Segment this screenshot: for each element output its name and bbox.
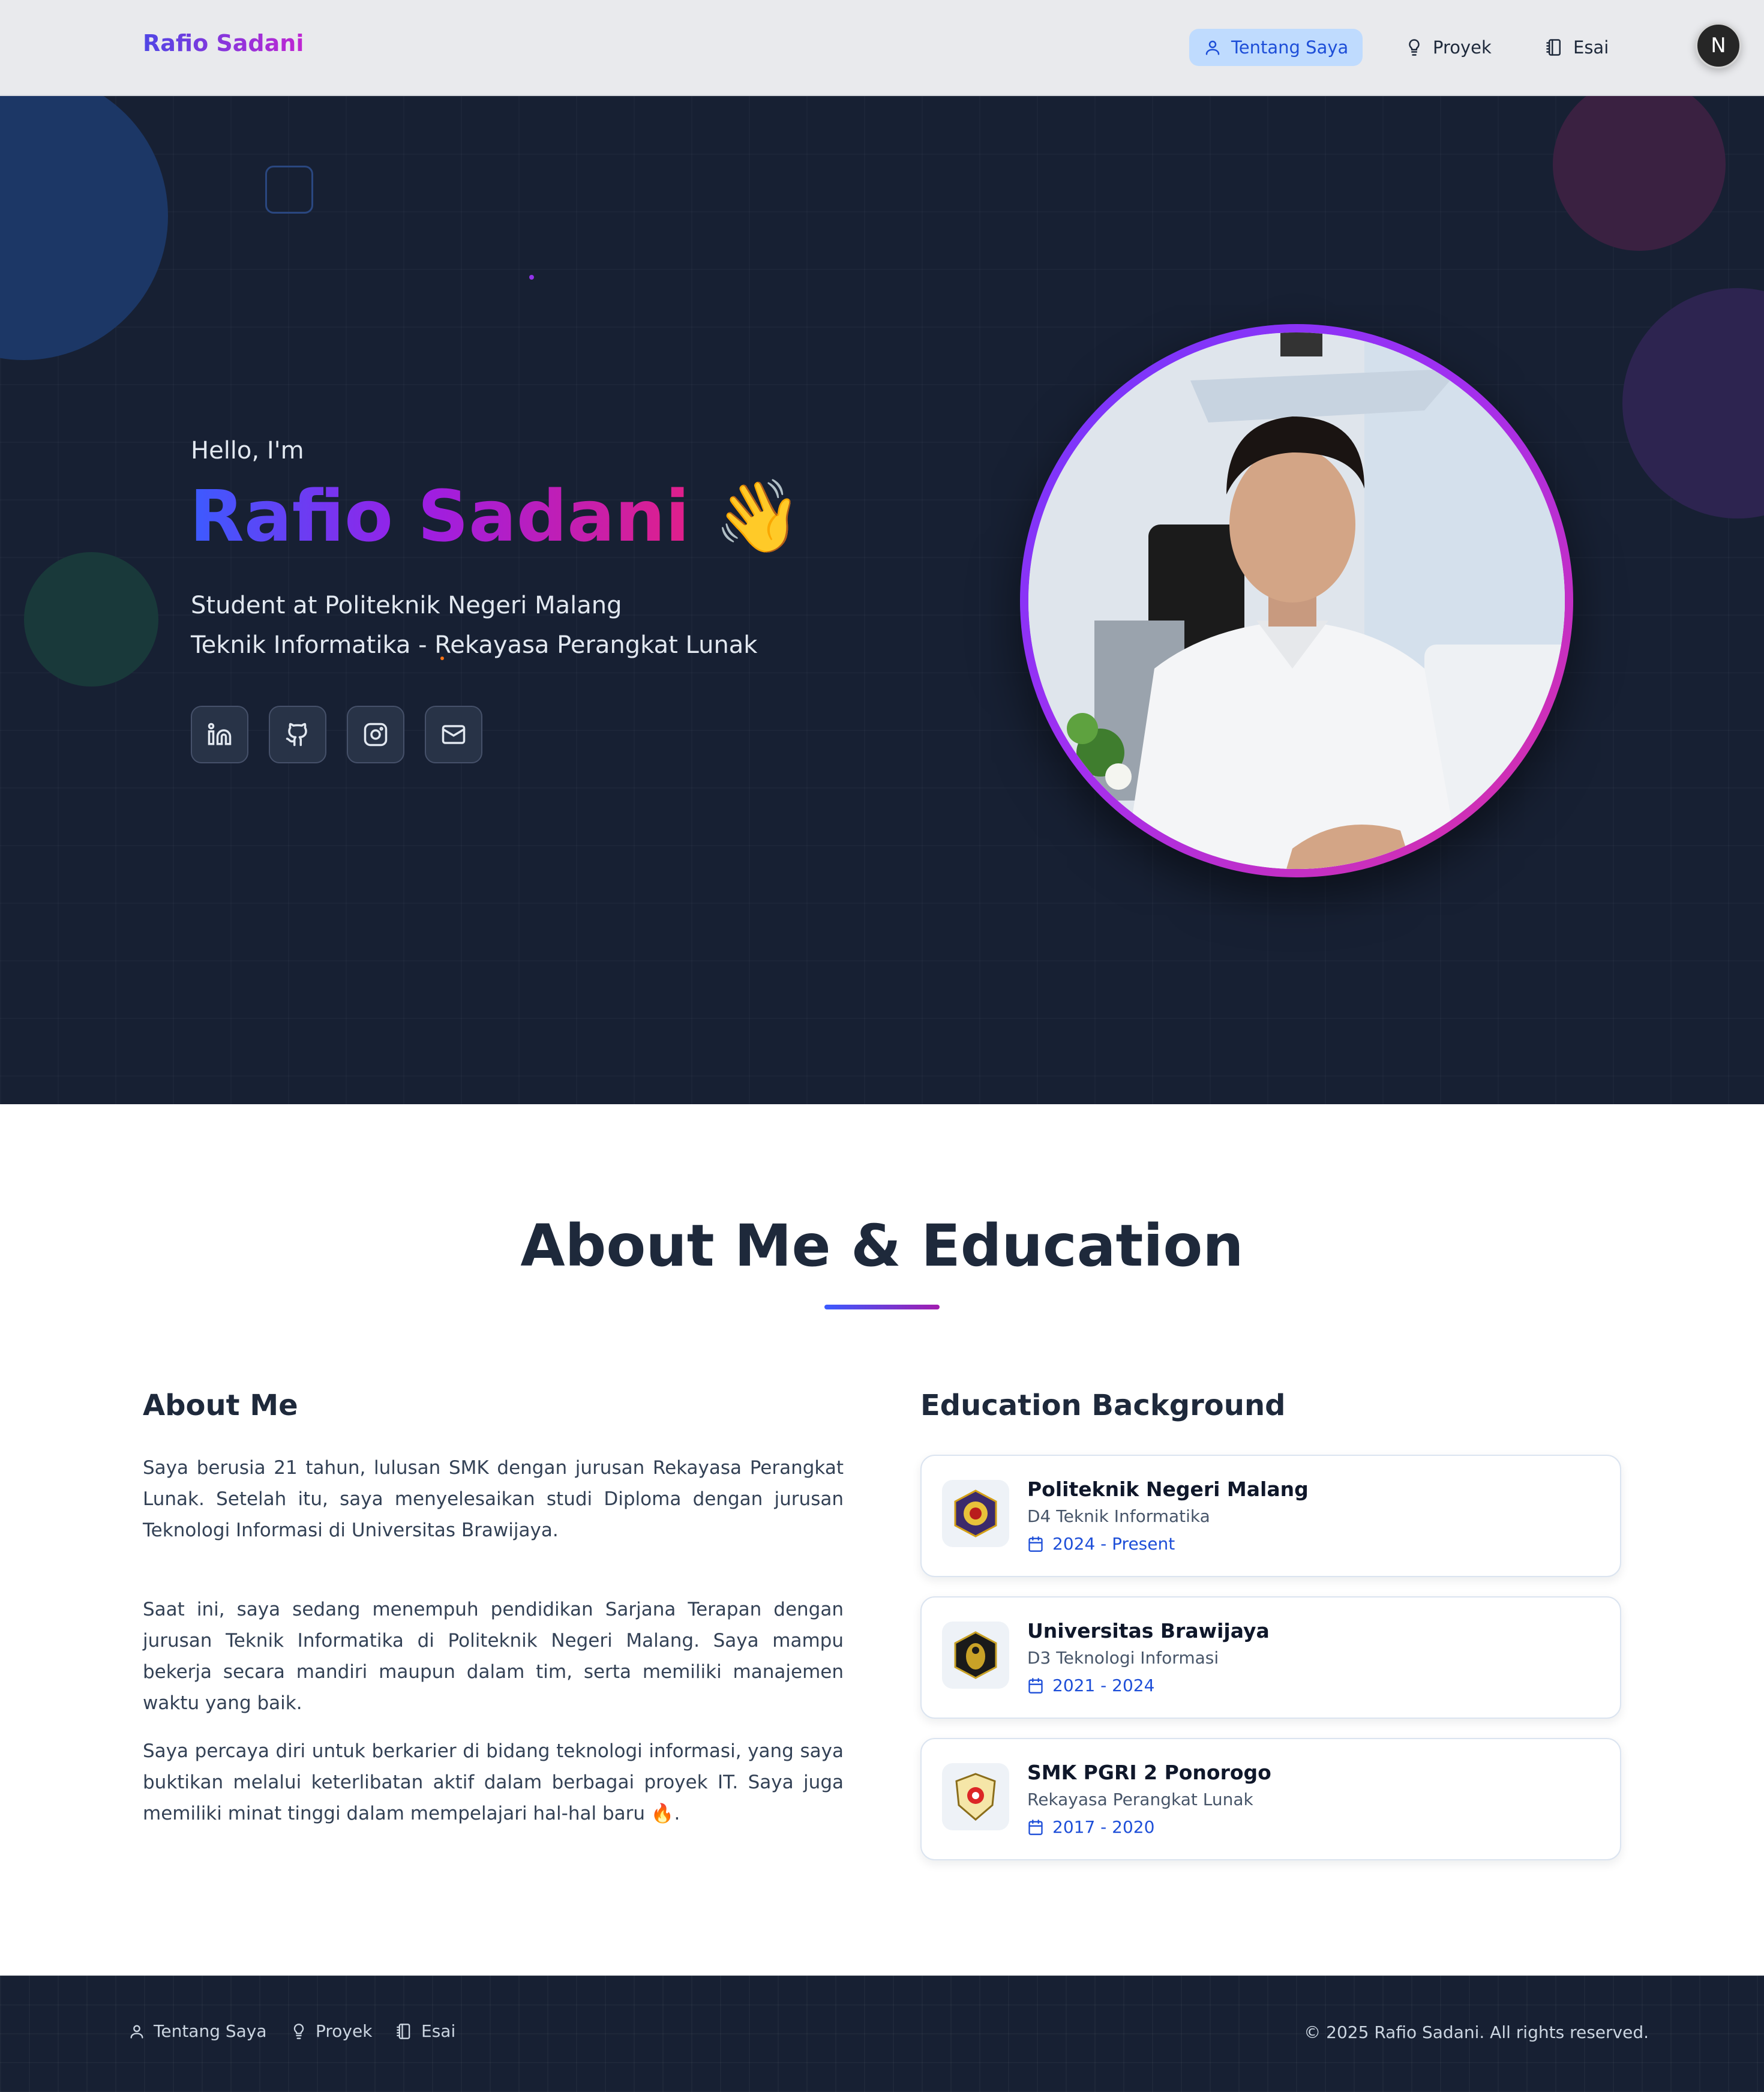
lightbulb-icon (293, 2023, 304, 2039)
footer-link-esai[interactable]: Esai (396, 2021, 455, 2041)
about-paragraph-3: Saya percaya diri untuk berkarier di bid… (143, 1740, 844, 1824)
school-major: D3 Teknologi Informasi (1027, 1648, 1219, 1668)
decor-blob (24, 552, 158, 687)
theme-toggle-button[interactable]: N (1696, 23, 1741, 68)
hero-section: Hello, I'm Rafio Sadani 👋 Student at Pol… (0, 96, 1764, 1104)
nav-label: Esai (1573, 37, 1609, 58)
school-years-text: 2024 - Present (1052, 1534, 1175, 1554)
education-card: Universitas Brawijaya D3 Teknologi Infor… (920, 1596, 1621, 1719)
hero-name: Rafio Sadani 👋 (190, 475, 803, 558)
profile-photo (1028, 332, 1565, 869)
school-logo (942, 1480, 1009, 1547)
school-years-text: 2017 - 2020 (1052, 1817, 1155, 1837)
linkedin-button[interactable] (191, 706, 248, 763)
instagram-icon (364, 723, 388, 747)
decor-square (265, 166, 313, 214)
linkedin-icon (208, 723, 232, 745)
navbar: Rafio Sadani Tentang Saya Proyek Esai N (0, 0, 1764, 96)
nav-esai[interactable]: Esai (1531, 29, 1623, 66)
education-heading: Education Background (920, 1389, 1286, 1422)
profile-photo-illustration (1028, 332, 1565, 869)
school-years: 2024 - Present (1027, 1534, 1175, 1554)
footer-link-tentang-saya[interactable]: Tentang Saya (128, 2021, 267, 2041)
github-button[interactable] (269, 706, 326, 763)
hero-subtitle-2: Teknik Informatika - Rekayasa Perangkat … (191, 631, 758, 659)
footer-link-label: Proyek (316, 2021, 373, 2041)
decor-blob (1553, 96, 1726, 251)
school-name: SMK PGRI 2 Ponorogo (1027, 1761, 1271, 1784)
polinema-logo-icon (954, 1489, 997, 1537)
brand-logo[interactable]: Rafio Sadani (143, 30, 304, 56)
school-logo (942, 1622, 1009, 1689)
nav-tentang-saya[interactable]: Tentang Saya (1189, 29, 1363, 66)
school-major: Rekayasa Perangkat Lunak (1027, 1790, 1253, 1809)
school-logo (942, 1763, 1009, 1830)
nav-proyek[interactable]: Proyek (1391, 29, 1506, 66)
hero-greeting: Hello, I'm (191, 437, 304, 464)
school-years: 2021 - 2024 (1027, 1676, 1154, 1695)
footer-link-label: Tentang Saya (154, 2021, 267, 2041)
wave-emoji: 👋 (714, 475, 803, 558)
school-years-text: 2021 - 2024 (1052, 1676, 1155, 1695)
profile-photo-frame (1020, 324, 1573, 877)
user-icon (1205, 40, 1220, 55)
brawijaya-logo-icon (954, 1631, 997, 1679)
about-paragraph-1: Saya berusia 21 tahun, lulusan SMK denga… (143, 1457, 844, 1541)
nav-label: Proyek (1433, 37, 1492, 58)
social-links (191, 706, 482, 763)
school-years: 2017 - 2020 (1027, 1817, 1154, 1837)
mail-icon (442, 725, 466, 744)
calendar-icon (1028, 1536, 1043, 1552)
education-card: Politeknik Negeri Malang D4 Teknik Infor… (920, 1455, 1621, 1577)
hero-subtitle-1: Student at Politeknik Negeri Malang (191, 592, 622, 619)
section-title: About Me & Education (520, 1212, 1244, 1279)
decor-blob (0, 96, 168, 360)
decor-blob (1622, 288, 1764, 518)
lightbulb-icon (1409, 39, 1420, 56)
footer-link-label: Esai (421, 2021, 456, 2041)
footer: Tentang Saya Proyek Esai © 2025 Rafio Sa… (0, 1976, 1764, 2092)
user-icon (130, 2025, 143, 2039)
school-name: Universitas Brawijaya (1027, 1619, 1270, 1643)
decor-dot (529, 275, 534, 280)
about-paragraph-2: Saat ini, saya sedang menempuh pendidika… (143, 1599, 844, 1714)
footer-link-proyek[interactable]: Proyek (290, 2021, 372, 2041)
education-card: SMK PGRI 2 Ponorogo Rekayasa Perangkat L… (920, 1738, 1621, 1860)
school-name: Politeknik Negeri Malang (1027, 1477, 1309, 1501)
calendar-icon (1028, 1819, 1043, 1835)
instagram-button[interactable] (347, 706, 404, 763)
title-underline (824, 1305, 940, 1309)
hero-name-text: Rafio Sadani (190, 475, 690, 558)
notebook-icon (397, 2023, 410, 2039)
school-major: D4 Teknik Informatika (1027, 1506, 1210, 1526)
nav-label: Tentang Saya (1231, 37, 1349, 58)
about-me-heading: About Me (143, 1389, 298, 1422)
copyright-text: © 2025 Rafio Sadani. All rights reserved… (1304, 2022, 1649, 2042)
email-button[interactable] (425, 706, 482, 763)
notebook-icon (1546, 39, 1561, 56)
smk-logo-icon (955, 1773, 996, 1821)
github-icon (286, 723, 307, 747)
calendar-icon (1028, 1677, 1043, 1694)
